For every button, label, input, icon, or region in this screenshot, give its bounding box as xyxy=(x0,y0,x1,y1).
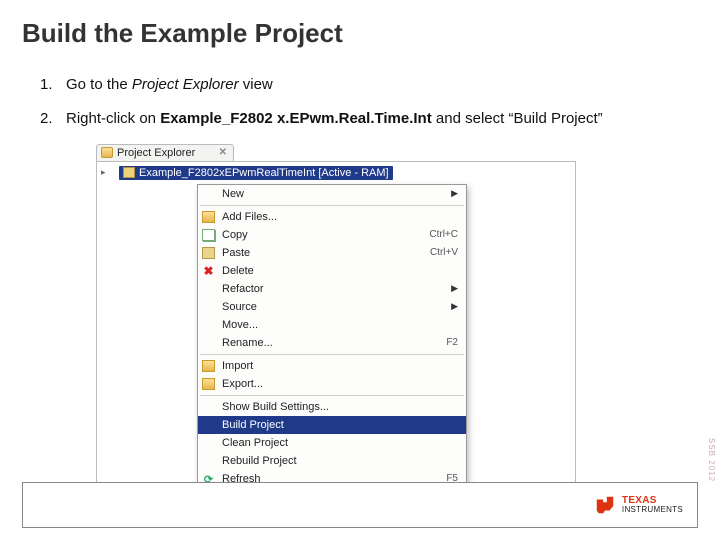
watermark: SSB 2012 xyxy=(707,438,716,482)
menu-item-new[interactable]: New ▶ xyxy=(198,185,466,203)
menu-item-label: Source xyxy=(222,301,257,313)
menu-item-copy[interactable]: Copy Ctrl+C xyxy=(198,226,466,244)
project-label: Example_F2802xEPwmRealTimeInt [Active - … xyxy=(139,167,389,179)
submenu-arrow-icon: ▶ xyxy=(451,301,458,312)
step-emph: Project Explorer xyxy=(132,76,239,93)
menu-item-label: Paste xyxy=(222,247,250,259)
menu-separator xyxy=(200,395,464,396)
menu-item-label: Build Project xyxy=(222,419,284,431)
menu-item-label: Export... xyxy=(222,378,263,390)
embedded-screenshot: Project Explorer ✕ ▸ Example_F2802xEPwmR… xyxy=(96,144,576,518)
ti-chip-icon xyxy=(594,494,616,516)
menu-item-clean-project[interactable]: Clean Project xyxy=(198,434,466,452)
step-text: Right-click on Example_F2802 x.EPwm.Real… xyxy=(66,109,603,129)
step-emph: Example_F2802 x.EPwm.Real.Time.Int xyxy=(160,110,432,127)
add-files-icon xyxy=(202,211,215,223)
menu-item-source[interactable]: Source ▶ xyxy=(198,298,466,316)
step-prefix: Go to the xyxy=(66,76,132,93)
step-number: 2. xyxy=(40,109,66,129)
project-icon xyxy=(123,167,135,178)
menu-item-label: Add Files... xyxy=(222,211,277,223)
close-icon[interactable]: ✕ xyxy=(219,147,227,158)
menu-item-add-files[interactable]: Add Files... xyxy=(198,208,466,226)
step-1: 1. Go to the Project Explorer view xyxy=(40,75,680,95)
menu-item-export[interactable]: Export... xyxy=(198,375,466,393)
menu-shortcut: Ctrl+C xyxy=(429,229,458,240)
brand-top: TEXAS xyxy=(622,495,657,506)
menu-shortcut: Ctrl+V xyxy=(430,247,458,258)
menu-separator xyxy=(200,205,464,206)
menu-item-label: Move... xyxy=(222,319,258,331)
menu-separator xyxy=(200,354,464,355)
context-menu: New ▶ Add Files... Copy Ctrl+C Paste Ctrl+V ✖ De… xyxy=(197,184,467,507)
menu-item-label: Rebuild Project xyxy=(222,455,297,467)
menu-item-rename[interactable]: Rename... F2 xyxy=(198,334,466,352)
menu-shortcut: F2 xyxy=(446,337,458,348)
delete-icon: ✖ xyxy=(202,265,215,277)
menu-item-label: Import xyxy=(222,360,253,372)
submenu-arrow-icon: ▶ xyxy=(451,188,458,199)
step-prefix: Right-click on xyxy=(66,110,160,127)
expand-toggle-icon[interactable]: ▸ xyxy=(101,167,111,178)
menu-item-label: New xyxy=(222,188,244,200)
copy-icon xyxy=(202,229,215,241)
menu-item-import[interactable]: Import xyxy=(198,357,466,375)
step-number: 1. xyxy=(40,75,66,95)
brand-bottom: INSTRUMENTS xyxy=(622,506,683,514)
menu-item-build-project[interactable]: Build Project xyxy=(198,416,466,434)
menu-item-label: Show Build Settings... xyxy=(222,401,329,413)
ti-logo: TEXAS INSTRUMENTS xyxy=(594,494,683,516)
menu-item-delete[interactable]: ✖ Delete xyxy=(198,262,466,280)
menu-item-label: Refactor xyxy=(222,283,264,295)
step-text: Go to the Project Explorer view xyxy=(66,75,273,95)
step-suffix: and select “Build Project” xyxy=(432,110,603,127)
tab-label: Project Explorer xyxy=(117,147,195,159)
export-icon xyxy=(202,378,215,390)
folder-icon xyxy=(101,147,113,158)
import-icon xyxy=(202,360,215,372)
menu-item-label: Copy xyxy=(222,229,248,241)
project-explorer-tab[interactable]: Project Explorer ✕ xyxy=(96,144,234,161)
menu-item-label: Delete xyxy=(222,265,254,277)
step-2: 2. Right-click on Example_F2802 x.EPwm.R… xyxy=(40,109,680,129)
project-explorer-body: ▸ Example_F2802xEPwmRealTimeInt [Active … xyxy=(96,161,576,518)
menu-item-label: Rename... xyxy=(222,337,273,349)
menu-item-rebuild-project[interactable]: Rebuild Project xyxy=(198,452,466,470)
slide-title: Build the Example Project xyxy=(0,0,720,49)
step-suffix: view xyxy=(239,76,273,93)
menu-item-paste[interactable]: Paste Ctrl+V xyxy=(198,244,466,262)
project-item-selected[interactable]: Example_F2802xEPwmRealTimeInt [Active - … xyxy=(119,166,393,180)
ti-brand-text: TEXAS INSTRUMENTS xyxy=(622,496,683,515)
menu-item-label: Clean Project xyxy=(222,437,288,449)
menu-item-move[interactable]: Move... xyxy=(198,316,466,334)
submenu-arrow-icon: ▶ xyxy=(451,283,458,294)
instruction-list: 1. Go to the Project Explorer view 2. Ri… xyxy=(0,49,720,130)
menu-item-show-build-settings[interactable]: Show Build Settings... xyxy=(198,398,466,416)
menu-item-refactor[interactable]: Refactor ▶ xyxy=(198,280,466,298)
paste-icon xyxy=(202,247,215,259)
footer: TEXAS INSTRUMENTS xyxy=(22,482,698,528)
